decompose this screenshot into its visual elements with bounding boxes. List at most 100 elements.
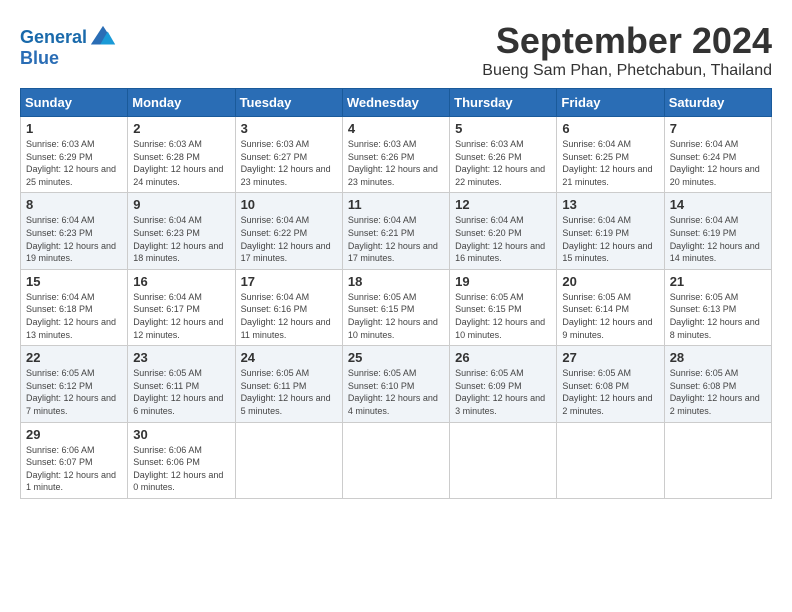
day-info: Sunrise: 6:04 AMSunset: 6:25 PMDaylight:… <box>562 138 658 188</box>
day-number: 15 <box>26 274 122 289</box>
page-header: General Blue September 2024 Bueng Sam Ph… <box>20 20 772 80</box>
day-number: 12 <box>455 197 551 212</box>
weekday-header-saturday: Saturday <box>664 89 771 117</box>
day-info: Sunrise: 6:04 AMSunset: 6:19 PMDaylight:… <box>670 214 766 264</box>
day-info: Sunrise: 6:05 AMSunset: 6:11 PMDaylight:… <box>241 367 337 417</box>
day-info: Sunrise: 6:04 AMSunset: 6:17 PMDaylight:… <box>133 291 229 341</box>
month-title: September 2024 <box>482 20 772 62</box>
day-number: 5 <box>455 121 551 136</box>
day-number: 27 <box>562 350 658 365</box>
calendar-cell: 1 Sunrise: 6:03 AMSunset: 6:29 PMDayligh… <box>21 117 128 193</box>
calendar-cell: 26 Sunrise: 6:05 AMSunset: 6:09 PMDaylig… <box>450 346 557 422</box>
day-number: 13 <box>562 197 658 212</box>
day-info: Sunrise: 6:06 AMSunset: 6:06 PMDaylight:… <box>133 444 229 494</box>
day-number: 29 <box>26 427 122 442</box>
calendar-week-row: 8 Sunrise: 6:04 AMSunset: 6:23 PMDayligh… <box>21 193 772 269</box>
day-number: 20 <box>562 274 658 289</box>
weekday-header-sunday: Sunday <box>21 89 128 117</box>
day-number: 17 <box>241 274 337 289</box>
day-info: Sunrise: 6:04 AMSunset: 6:23 PMDaylight:… <box>26 214 122 264</box>
day-info: Sunrise: 6:04 AMSunset: 6:16 PMDaylight:… <box>241 291 337 341</box>
day-info: Sunrise: 6:05 AMSunset: 6:14 PMDaylight:… <box>562 291 658 341</box>
day-info: Sunrise: 6:03 AMSunset: 6:29 PMDaylight:… <box>26 138 122 188</box>
weekday-header-tuesday: Tuesday <box>235 89 342 117</box>
calendar-cell: 20 Sunrise: 6:05 AMSunset: 6:14 PMDaylig… <box>557 269 664 345</box>
calendar-cell: 3 Sunrise: 6:03 AMSunset: 6:27 PMDayligh… <box>235 117 342 193</box>
day-number: 18 <box>348 274 444 289</box>
day-number: 2 <box>133 121 229 136</box>
location-title: Bueng Sam Phan, Phetchabun, Thailand <box>482 62 772 80</box>
day-number: 7 <box>670 121 766 136</box>
day-number: 14 <box>670 197 766 212</box>
day-info: Sunrise: 6:04 AMSunset: 6:21 PMDaylight:… <box>348 214 444 264</box>
calendar-cell: 13 Sunrise: 6:04 AMSunset: 6:19 PMDaylig… <box>557 193 664 269</box>
day-info: Sunrise: 6:04 AMSunset: 6:23 PMDaylight:… <box>133 214 229 264</box>
weekday-header-thursday: Thursday <box>450 89 557 117</box>
day-number: 28 <box>670 350 766 365</box>
calendar-cell: 18 Sunrise: 6:05 AMSunset: 6:15 PMDaylig… <box>342 269 449 345</box>
day-number: 25 <box>348 350 444 365</box>
weekday-header-row: SundayMondayTuesdayWednesdayThursdayFrid… <box>21 89 772 117</box>
day-number: 10 <box>241 197 337 212</box>
calendar-cell: 9 Sunrise: 6:04 AMSunset: 6:23 PMDayligh… <box>128 193 235 269</box>
calendar-cell: 14 Sunrise: 6:04 AMSunset: 6:19 PMDaylig… <box>664 193 771 269</box>
calendar-cell: 30 Sunrise: 6:06 AMSunset: 6:06 PMDaylig… <box>128 422 235 498</box>
calendar-cell: 11 Sunrise: 6:04 AMSunset: 6:21 PMDaylig… <box>342 193 449 269</box>
calendar-cell: 28 Sunrise: 6:05 AMSunset: 6:08 PMDaylig… <box>664 346 771 422</box>
calendar-week-row: 29 Sunrise: 6:06 AMSunset: 6:07 PMDaylig… <box>21 422 772 498</box>
day-number: 8 <box>26 197 122 212</box>
day-info: Sunrise: 6:05 AMSunset: 6:11 PMDaylight:… <box>133 367 229 417</box>
logo: General Blue <box>20 24 117 69</box>
logo-text: General <box>20 28 87 48</box>
day-info: Sunrise: 6:05 AMSunset: 6:08 PMDaylight:… <box>670 367 766 417</box>
day-info: Sunrise: 6:05 AMSunset: 6:08 PMDaylight:… <box>562 367 658 417</box>
calendar-cell: 29 Sunrise: 6:06 AMSunset: 6:07 PMDaylig… <box>21 422 128 498</box>
day-number: 30 <box>133 427 229 442</box>
calendar-cell: 22 Sunrise: 6:05 AMSunset: 6:12 PMDaylig… <box>21 346 128 422</box>
day-number: 11 <box>348 197 444 212</box>
calendar-cell: 12 Sunrise: 6:04 AMSunset: 6:20 PMDaylig… <box>450 193 557 269</box>
day-info: Sunrise: 6:05 AMSunset: 6:10 PMDaylight:… <box>348 367 444 417</box>
day-info: Sunrise: 6:04 AMSunset: 6:18 PMDaylight:… <box>26 291 122 341</box>
calendar-cell <box>235 422 342 498</box>
day-info: Sunrise: 6:04 AMSunset: 6:19 PMDaylight:… <box>562 214 658 264</box>
calendar-cell <box>664 422 771 498</box>
day-info: Sunrise: 6:03 AMSunset: 6:28 PMDaylight:… <box>133 138 229 188</box>
day-info: Sunrise: 6:04 AMSunset: 6:24 PMDaylight:… <box>670 138 766 188</box>
calendar-cell: 23 Sunrise: 6:05 AMSunset: 6:11 PMDaylig… <box>128 346 235 422</box>
calendar-cell: 5 Sunrise: 6:03 AMSunset: 6:26 PMDayligh… <box>450 117 557 193</box>
weekday-header-wednesday: Wednesday <box>342 89 449 117</box>
calendar-cell: 16 Sunrise: 6:04 AMSunset: 6:17 PMDaylig… <box>128 269 235 345</box>
calendar-table: SundayMondayTuesdayWednesdayThursdayFrid… <box>20 88 772 499</box>
weekday-header-monday: Monday <box>128 89 235 117</box>
calendar-cell <box>557 422 664 498</box>
day-number: 21 <box>670 274 766 289</box>
day-info: Sunrise: 6:05 AMSunset: 6:09 PMDaylight:… <box>455 367 551 417</box>
day-info: Sunrise: 6:04 AMSunset: 6:22 PMDaylight:… <box>241 214 337 264</box>
day-number: 26 <box>455 350 551 365</box>
day-number: 1 <box>26 121 122 136</box>
calendar-cell: 15 Sunrise: 6:04 AMSunset: 6:18 PMDaylig… <box>21 269 128 345</box>
calendar-cell: 4 Sunrise: 6:03 AMSunset: 6:26 PMDayligh… <box>342 117 449 193</box>
day-number: 19 <box>455 274 551 289</box>
calendar-cell <box>342 422 449 498</box>
day-number: 6 <box>562 121 658 136</box>
day-info: Sunrise: 6:03 AMSunset: 6:27 PMDaylight:… <box>241 138 337 188</box>
day-number: 22 <box>26 350 122 365</box>
calendar-week-row: 22 Sunrise: 6:05 AMSunset: 6:12 PMDaylig… <box>21 346 772 422</box>
weekday-header-friday: Friday <box>557 89 664 117</box>
calendar-cell: 8 Sunrise: 6:04 AMSunset: 6:23 PMDayligh… <box>21 193 128 269</box>
title-block: September 2024 Bueng Sam Phan, Phetchabu… <box>482 20 772 80</box>
calendar-cell: 17 Sunrise: 6:04 AMSunset: 6:16 PMDaylig… <box>235 269 342 345</box>
calendar-cell: 27 Sunrise: 6:05 AMSunset: 6:08 PMDaylig… <box>557 346 664 422</box>
day-info: Sunrise: 6:03 AMSunset: 6:26 PMDaylight:… <box>455 138 551 188</box>
logo-icon <box>89 24 117 52</box>
day-info: Sunrise: 6:03 AMSunset: 6:26 PMDaylight:… <box>348 138 444 188</box>
calendar-week-row: 15 Sunrise: 6:04 AMSunset: 6:18 PMDaylig… <box>21 269 772 345</box>
day-info: Sunrise: 6:05 AMSunset: 6:13 PMDaylight:… <box>670 291 766 341</box>
calendar-cell: 7 Sunrise: 6:04 AMSunset: 6:24 PMDayligh… <box>664 117 771 193</box>
day-number: 23 <box>133 350 229 365</box>
calendar-week-row: 1 Sunrise: 6:03 AMSunset: 6:29 PMDayligh… <box>21 117 772 193</box>
calendar-cell: 24 Sunrise: 6:05 AMSunset: 6:11 PMDaylig… <box>235 346 342 422</box>
day-info: Sunrise: 6:05 AMSunset: 6:12 PMDaylight:… <box>26 367 122 417</box>
